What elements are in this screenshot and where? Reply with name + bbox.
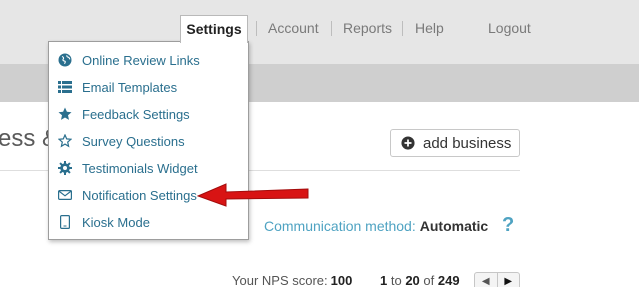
range-start: 1: [380, 273, 388, 287]
nav-separator: [331, 21, 332, 36]
add-business-button[interactable]: add business: [390, 129, 520, 157]
range-end: 20: [405, 273, 420, 287]
menu-item-online-review-links[interactable]: Online Review Links: [58, 50, 200, 70]
nav-separator: [402, 21, 403, 36]
menu-item-label: Testimonials Widget: [82, 160, 198, 176]
communication-method-value: Automatic: [419, 218, 489, 234]
nav-help-link[interactable]: Help: [415, 20, 444, 36]
menu-item-label: Online Review Links: [82, 52, 200, 68]
menu-item-kiosk-mode[interactable]: Kiosk Mode: [58, 212, 150, 232]
menu-item-survey-questions[interactable]: Survey Questions: [58, 131, 185, 151]
nav-account-link[interactable]: Account: [268, 20, 319, 36]
globe-icon: [58, 53, 72, 67]
menu-item-feedback-settings[interactable]: Feedback Settings: [58, 104, 190, 124]
communication-method: Communication method: Automatic: [264, 218, 488, 234]
help-question-icon[interactable]: ?: [502, 214, 514, 237]
previous-page-icon[interactable]: ◀: [475, 273, 497, 287]
range-of: of: [423, 273, 435, 287]
menu-item-notification-settings[interactable]: Notification Settings: [58, 185, 197, 205]
pagination-controls: ◀ ▶: [474, 272, 520, 287]
menu-item-email-templates[interactable]: Email Templates: [58, 77, 177, 97]
range-to: to: [390, 273, 402, 287]
list-icon: [58, 80, 72, 94]
star-filled-icon: [58, 107, 72, 121]
menu-item-label: Survey Questions: [82, 133, 185, 149]
menu-item-label: Kiosk Mode: [82, 214, 150, 230]
nav-settings-tab[interactable]: Settings: [180, 15, 248, 43]
add-business-label: add business: [423, 134, 512, 152]
menu-item-label: Feedback Settings: [82, 106, 190, 122]
nps-score: Your NPS score: 100: [232, 273, 352, 287]
settings-dropdown-menu: Online Review Links Email Templates Feed…: [48, 41, 249, 240]
range-total: 249: [437, 273, 460, 287]
communication-method-label: Communication method:: [264, 218, 416, 234]
plus-circle-icon: [401, 136, 415, 150]
tablet-icon: [58, 215, 72, 229]
star-outline-icon: [58, 134, 72, 148]
pagination-summary: 1 to 20 of 249: [380, 273, 460, 287]
envelope-icon: [58, 188, 72, 202]
menu-item-testimonials-widget[interactable]: Testimonials Widget: [58, 158, 198, 178]
gear-icon: [58, 161, 72, 175]
nav-logout-link[interactable]: Logout: [488, 20, 531, 36]
nav-separator: [256, 21, 257, 36]
next-page-icon[interactable]: ▶: [496, 273, 520, 287]
nps-score-label: Your NPS score:: [232, 273, 328, 287]
menu-item-label: Notification Settings: [82, 187, 197, 203]
nav-reports-link[interactable]: Reports: [343, 20, 392, 36]
nps-score-value: 100: [330, 273, 353, 287]
annotation-arrow: [196, 183, 309, 207]
menu-item-label: Email Templates: [82, 79, 178, 95]
